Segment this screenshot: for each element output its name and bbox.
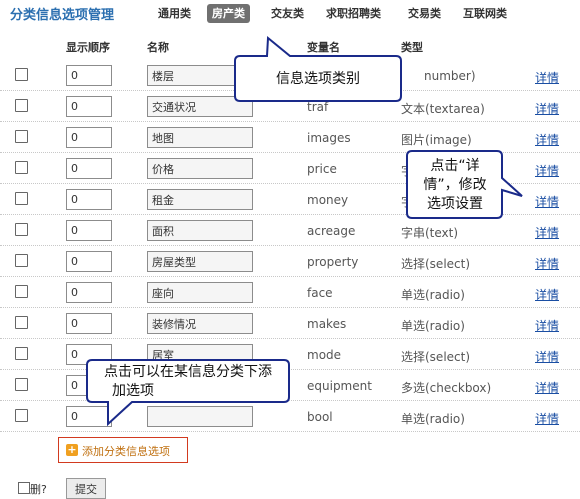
detail-link[interactable]: 详情: [535, 100, 559, 117]
name-input[interactable]: [147, 344, 253, 365]
variable-name: price: [307, 162, 337, 176]
field-type: number): [424, 69, 476, 83]
order-input[interactable]: [66, 158, 112, 179]
order-input[interactable]: [66, 96, 112, 117]
row-checkbox[interactable]: [15, 223, 28, 236]
detail-link[interactable]: 详情: [535, 69, 559, 86]
field-type: 单选(radio): [401, 319, 465, 333]
order-input[interactable]: [66, 189, 112, 210]
header-bar: 分类信息选项管理 通用类 房产类 交友类 求职招聘类 交易类 互联网类: [0, 0, 580, 28]
name-input[interactable]: [147, 251, 253, 272]
field-type: 选择(select): [401, 257, 471, 271]
name-input[interactable]: [147, 313, 253, 334]
column-header-name: 名称: [147, 41, 169, 54]
table-row: traf 文本(textarea) 详情: [0, 91, 580, 122]
row-checkbox[interactable]: [15, 68, 28, 81]
add-option-label: 添加分类信息选项: [82, 445, 170, 458]
column-header-var: 变量名: [307, 41, 340, 54]
tab-trade[interactable]: 交易类: [405, 4, 444, 23]
table-row: bool 单选(radio) 详情: [0, 401, 580, 432]
tab-general[interactable]: 通用类: [155, 4, 194, 23]
row-checkbox[interactable]: [15, 316, 28, 329]
row-checkbox[interactable]: [15, 347, 28, 360]
row-checkbox[interactable]: [15, 161, 28, 174]
detail-link[interactable]: 详情: [535, 193, 559, 210]
tab-internet[interactable]: 互联网类: [460, 4, 510, 23]
callout-category-text: 信息选项类别: [276, 71, 360, 87]
name-input[interactable]: [147, 127, 253, 148]
field-type: 单选(radio): [401, 288, 465, 302]
variable-name: acreage: [307, 224, 356, 238]
order-input[interactable]: [66, 220, 112, 241]
delete-checkbox[interactable]: [18, 482, 30, 494]
order-input[interactable]: [66, 282, 112, 303]
row-checkbox[interactable]: [15, 409, 28, 422]
table-row: property 选择(select) 详情: [0, 246, 580, 277]
order-input[interactable]: [66, 406, 112, 427]
name-input[interactable]: [147, 189, 253, 210]
row-checkbox[interactable]: [15, 378, 28, 391]
tab-jobs[interactable]: 求职招聘类: [323, 4, 384, 23]
variable-name: mode: [307, 348, 342, 362]
field-type: 文本(textarea): [401, 102, 485, 116]
variable-name: makes: [307, 317, 347, 331]
variable-name: money: [307, 193, 349, 207]
tab-real-estate[interactable]: 房产类: [207, 4, 250, 23]
callout-add-text-1: 点击可以在某信息分类下添: [104, 364, 272, 380]
name-input[interactable]: [147, 282, 253, 303]
callout-detail-text-2: 情”，修改: [423, 177, 487, 193]
detail-link[interactable]: 详情: [535, 286, 559, 303]
column-header-order: 显示顺序: [66, 41, 110, 54]
page-title: 分类信息选项管理: [10, 8, 115, 23]
table-row: makes 单选(radio) 详情: [0, 308, 580, 339]
variable-name: equipment: [307, 379, 372, 393]
table-row: face 单选(radio) 详情: [0, 277, 580, 308]
add-option-button[interactable]: + 添加分类信息选项: [58, 437, 188, 463]
callout-detail-text-3: 选项设置: [427, 196, 483, 212]
variable-name: property: [307, 255, 359, 269]
detail-link[interactable]: 详情: [535, 162, 559, 179]
detail-link[interactable]: 详情: [535, 255, 559, 272]
order-input[interactable]: [66, 65, 112, 86]
table-row: mode 选择(select) 详情: [0, 339, 580, 370]
callout-detail-text-1: 点击“详: [430, 158, 480, 174]
row-checkbox[interactable]: [15, 254, 28, 267]
table-row: images 图片(image) 详情: [0, 122, 580, 153]
variable-name: images: [307, 131, 351, 145]
variable-name: face: [307, 286, 333, 300]
detail-link[interactable]: 详情: [535, 348, 559, 365]
callout-add-text-2: 加选项: [112, 383, 154, 399]
name-input[interactable]: [147, 406, 253, 427]
row-checkbox[interactable]: [15, 130, 28, 143]
row-checkbox[interactable]: [15, 192, 28, 205]
tab-dating[interactable]: 交友类: [268, 4, 307, 23]
field-type: 选择(select): [401, 350, 471, 364]
field-type: 单选(radio): [401, 412, 465, 426]
variable-name: bool: [307, 410, 333, 424]
field-type: 图片(image): [401, 133, 472, 147]
row-checkbox[interactable]: [15, 285, 28, 298]
field-type: 多选(checkbox): [401, 381, 492, 395]
submit-button[interactable]: 提交: [66, 478, 106, 499]
order-input[interactable]: [66, 251, 112, 272]
table-row: equipment 多选(checkbox) 详情: [0, 370, 580, 401]
detail-link[interactable]: 详情: [535, 317, 559, 334]
detail-link[interactable]: 详情: [535, 379, 559, 396]
order-input[interactable]: [66, 313, 112, 334]
name-input[interactable]: [147, 220, 253, 241]
order-input[interactable]: [66, 127, 112, 148]
variable-name: traf: [307, 100, 329, 114]
detail-link[interactable]: 详情: [535, 410, 559, 427]
plus-icon: +: [66, 443, 78, 456]
name-input[interactable]: [147, 96, 253, 117]
detail-link[interactable]: 详情: [535, 131, 559, 148]
table-row: acreage 字串(text) 详情: [0, 215, 580, 246]
field-type: 字串(text): [401, 226, 459, 240]
row-checkbox[interactable]: [15, 99, 28, 112]
detail-link[interactable]: 详情: [535, 224, 559, 241]
delete-label: 删?: [30, 483, 47, 496]
order-input[interactable]: [66, 344, 112, 365]
name-input[interactable]: [147, 158, 253, 179]
column-header-type: 类型: [401, 41, 423, 54]
